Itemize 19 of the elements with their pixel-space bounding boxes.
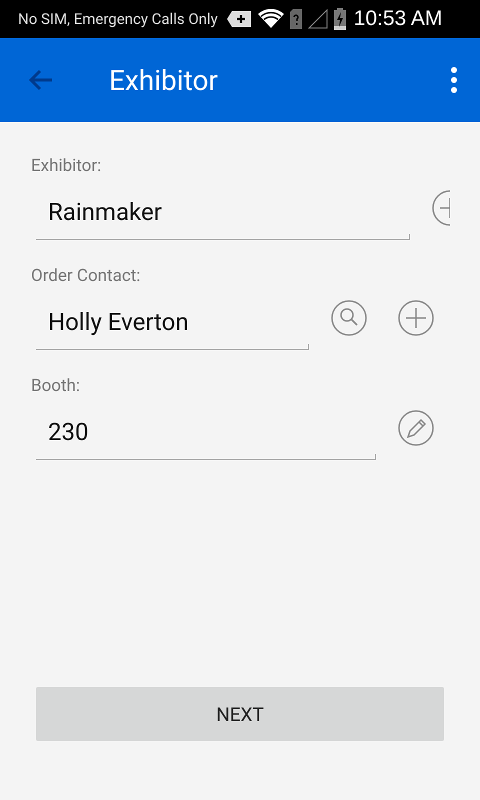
input-field[interactable]: 230 — [36, 396, 376, 460]
input-field[interactable]: Rainmaker — [36, 176, 410, 240]
field-label: Exhibitor: — [31, 156, 102, 176]
add-icon[interactable] — [398, 300, 434, 336]
signal-icon — [308, 9, 328, 29]
clock-time: 10:53 AM — [354, 7, 442, 31]
battery-icon — [334, 8, 346, 30]
sim-icon — [290, 9, 302, 29]
edit-icon[interactable] — [398, 410, 434, 446]
more-options-icon[interactable] — [450, 66, 458, 94]
screen-title: Exhibitor — [109, 64, 219, 96]
carrier-text: No SIM, Emergency Calls Only — [18, 10, 218, 28]
field-label: Order Contact: — [31, 266, 142, 286]
search-icon[interactable] — [331, 300, 367, 336]
wifi-icon — [258, 9, 284, 29]
next-button[interactable]: NEXT — [36, 687, 444, 741]
plus-card-icon — [226, 10, 252, 28]
field-label: Booth: — [31, 376, 82, 396]
input-field[interactable]: Holly Everton — [36, 286, 309, 350]
